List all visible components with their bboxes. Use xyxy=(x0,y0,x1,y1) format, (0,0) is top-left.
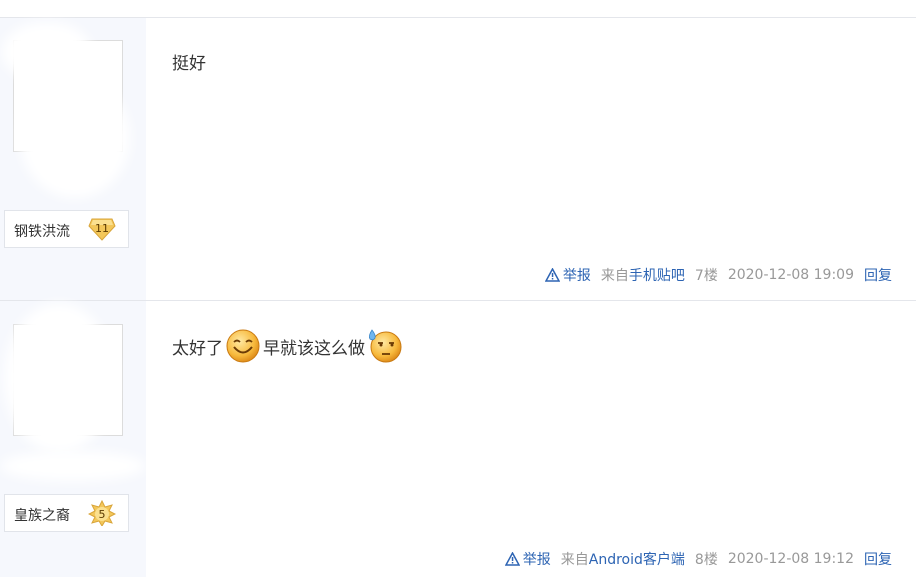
floor-number: 8楼 xyxy=(694,552,718,568)
post-meta: 举报 来自Android客户端 8楼 2020-12-08 19:12 回复 xyxy=(504,549,892,569)
source-prefix: 来自 xyxy=(560,552,589,568)
reply-button[interactable]: 回复 xyxy=(864,549,892,569)
source-link[interactable]: 手机贴吧 xyxy=(629,268,685,284)
report-label: 举报 xyxy=(522,552,551,568)
avatar-redaction xyxy=(2,22,92,82)
post-author-sidebar: 钢铁洪流 11 xyxy=(0,18,146,301)
post-content: 挺好 xyxy=(172,49,206,74)
post-floor-7: 钢铁洪流 11 挺好 举报 来自手机贴吧 7楼 2020-12-08 19:09… xyxy=(0,17,916,301)
username-link[interactable]: 钢铁洪流 xyxy=(14,221,70,241)
level-number: 11 xyxy=(95,222,109,235)
post-meta: 举报 来自手机贴吧 7楼 2020-12-08 19:09 回复 xyxy=(544,265,892,285)
username-link[interactable]: 皇族之裔 xyxy=(14,505,70,525)
reply-button[interactable]: 回复 xyxy=(864,265,892,285)
post-text: 太好了 xyxy=(172,338,223,359)
avatar-redaction xyxy=(4,303,114,453)
user-info-box: 钢铁洪流 11 xyxy=(4,210,129,248)
user-info-box: 皇族之裔 5 xyxy=(4,494,129,532)
post-content: 太好了 早就该这么做 xyxy=(172,328,405,364)
sweat-emoji-icon xyxy=(368,329,402,363)
level-badge-icon: 5 xyxy=(88,500,116,526)
post-author-sidebar: 皇族之裔 5 xyxy=(0,301,146,577)
warning-icon xyxy=(544,268,560,282)
post-time: 2020-12-08 19:09 xyxy=(727,267,854,283)
report-label: 举报 xyxy=(562,268,591,284)
level-badge-icon: 11 xyxy=(88,218,116,241)
avatar-redaction xyxy=(20,78,130,198)
post-time: 2020-12-08 19:12 xyxy=(727,551,854,567)
source-prefix: 来自 xyxy=(600,268,629,284)
post-text: 早就该这么做 xyxy=(263,338,365,359)
smile-emoji-icon xyxy=(226,329,260,363)
post-source: 来自Android客户端 xyxy=(561,549,685,569)
source-link[interactable]: Android客户端 xyxy=(589,552,685,568)
warning-icon xyxy=(504,552,520,566)
floor-number: 7楼 xyxy=(694,268,718,284)
post-text: 挺好 xyxy=(172,54,206,74)
report-button[interactable]: 举报 xyxy=(544,265,591,285)
report-button[interactable]: 举报 xyxy=(504,549,551,569)
level-number: 5 xyxy=(99,508,106,521)
avatar-redaction xyxy=(0,451,146,481)
post-source: 来自手机贴吧 xyxy=(601,265,685,285)
post-floor-8: 皇族之裔 5 太好了 早就该这么做 举报 来自Android客户端 8楼 202… xyxy=(0,300,916,577)
